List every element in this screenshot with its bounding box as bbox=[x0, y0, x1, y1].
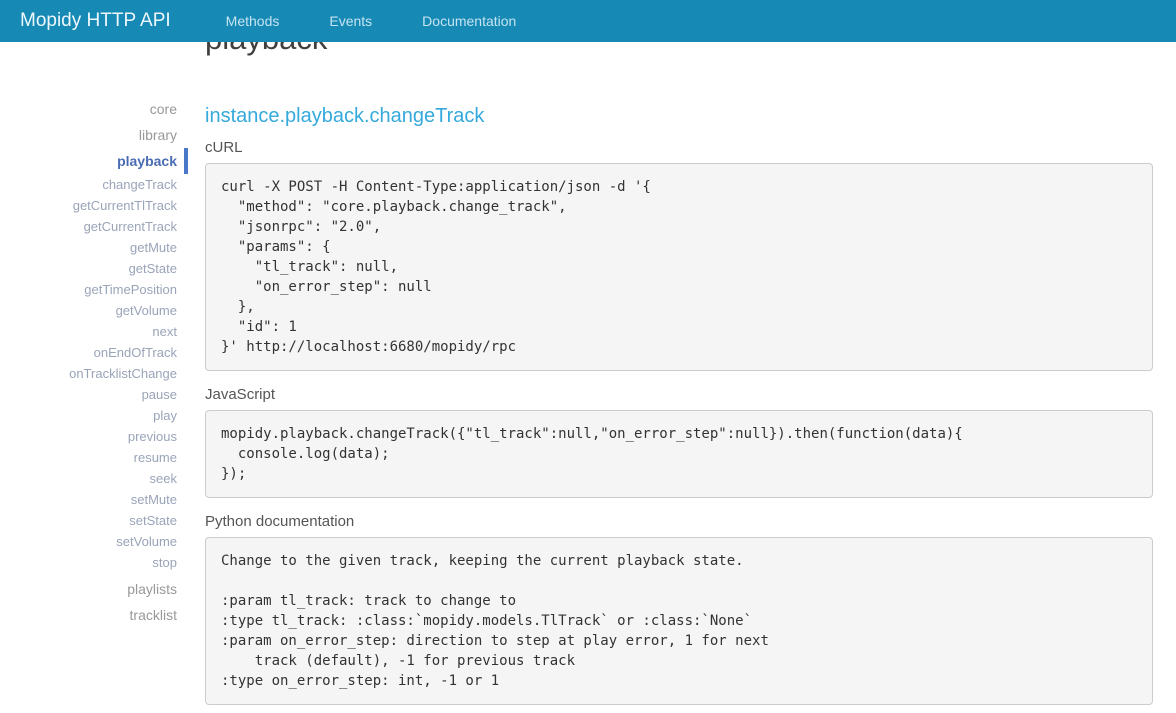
section-curl: cURL curl -X POST -H Content-Type:applica… bbox=[205, 139, 1153, 371]
method-title[interactable]: instance.playback.changeTrack bbox=[205, 104, 1153, 128]
sidebar-item-previous[interactable]: previous bbox=[0, 426, 188, 447]
top-navbar: Mopidy HTTP API MethodsEventsDocumentati… bbox=[0, 0, 1176, 42]
code-block: mopidy.playback.changeTrack({"tl_track":… bbox=[205, 410, 1153, 498]
sidebar-item-setState[interactable]: setState bbox=[0, 510, 188, 531]
sidebar-item-playlists[interactable]: playlists bbox=[0, 576, 188, 602]
sidebar-item-playback[interactable]: playback bbox=[0, 148, 188, 174]
nav-link-documentation[interactable]: Documentation bbox=[397, 2, 541, 40]
sidebar-item-getVolume[interactable]: getVolume bbox=[0, 300, 188, 321]
sidebar-item-pause[interactable]: pause bbox=[0, 384, 188, 405]
sidebar-item-setVolume[interactable]: setVolume bbox=[0, 531, 188, 552]
section-label: Python documentation bbox=[205, 513, 1153, 531]
sidebar-item-onEndOfTrack[interactable]: onEndOfTrack bbox=[0, 342, 188, 363]
section-label: JavaScript bbox=[205, 386, 1153, 404]
sidebar-item-getMute[interactable]: getMute bbox=[0, 237, 188, 258]
sidebar-item-seek[interactable]: seek bbox=[0, 468, 188, 489]
code-sections: cURL curl -X POST -H Content-Type:applica… bbox=[205, 139, 1153, 705]
code-block: curl -X POST -H Content-Type:application… bbox=[205, 163, 1153, 371]
sidebar-item-core[interactable]: core bbox=[0, 96, 188, 122]
sidebar-item-resume[interactable]: resume bbox=[0, 447, 188, 468]
sidebar-item-tracklist[interactable]: tracklist bbox=[0, 602, 188, 628]
brand-link[interactable]: Mopidy HTTP API bbox=[0, 10, 201, 32]
sidebar-item-getTimePosition[interactable]: getTimePosition bbox=[0, 279, 188, 300]
sidebar-item-changeTrack[interactable]: changeTrack bbox=[0, 174, 188, 195]
code-block: Change to the given track, keeping the c… bbox=[205, 537, 1153, 705]
sidebar-item-getCurrentTrack[interactable]: getCurrentTrack bbox=[0, 216, 188, 237]
sidebar-item-stop[interactable]: stop bbox=[0, 552, 188, 573]
sidebar-item-next[interactable]: next bbox=[0, 321, 188, 342]
section-javascript: JavaScript mopidy.playback.changeTrack({"… bbox=[205, 386, 1153, 498]
sidebar-item-getState[interactable]: getState bbox=[0, 258, 188, 279]
sidebar-item-play[interactable]: play bbox=[0, 405, 188, 426]
sidebar-item-getCurrentTlTrack[interactable]: getCurrentTlTrack bbox=[0, 195, 188, 216]
main-content: playback instance.playback.changeTrack c… bbox=[205, 20, 1153, 705]
sidebar-item-setMute[interactable]: setMute bbox=[0, 489, 188, 510]
nav-link-methods[interactable]: Methods bbox=[201, 2, 305, 40]
sidebar-list: corelibraryplaybackchangeTrackgetCurrent… bbox=[0, 96, 188, 628]
navbar-links: MethodsEventsDocumentation bbox=[201, 2, 542, 40]
section-label: cURL bbox=[205, 139, 1153, 157]
sidebar-item-onTracklistChange[interactable]: onTracklistChange bbox=[0, 363, 188, 384]
section-python-documentation: Python documentation Change to the given … bbox=[205, 513, 1153, 705]
sidebar-item-library[interactable]: library bbox=[0, 122, 188, 148]
nav-link-events[interactable]: Events bbox=[304, 2, 397, 40]
sidebar: corelibraryplaybackchangeTrackgetCurrent… bbox=[0, 96, 188, 628]
